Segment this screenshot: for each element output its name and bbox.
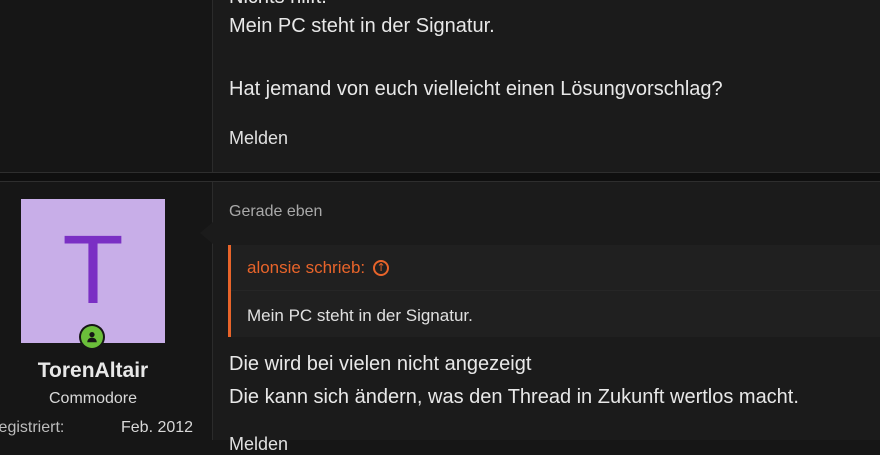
post-content: Gerade eben alonsie schrieb: ↑ Mein PC s… xyxy=(213,182,880,454)
previous-post: Nichts hilft. Mein PC steht in der Signa… xyxy=(0,0,880,172)
post-cut-line-bottom: Melden xyxy=(229,434,289,454)
post-user-column: T TorenAltair Commodore Registriert: Feb… xyxy=(0,182,213,440)
post-body-line-1: Die wird bei vielen nicht angezeigt xyxy=(229,353,532,375)
previous-post-cut-line: Nichts hilft. xyxy=(229,0,327,9)
online-user-icon xyxy=(81,326,103,348)
registered-value: Feb. 2012 xyxy=(121,419,194,436)
quote-header: alonsie schrieb: ↑ xyxy=(231,245,880,291)
previous-post-user-column xyxy=(0,0,213,172)
registered-label: Registriert: xyxy=(0,419,65,436)
post-arrow xyxy=(200,222,213,244)
username[interactable]: TorenAltair xyxy=(0,359,186,383)
post-body-line-2: Die kann sich ändern, was den Thread in … xyxy=(229,386,799,408)
post-date[interactable]: Gerade eben xyxy=(229,203,322,221)
previous-post-line-2: Hat jemand von euch vielleicht einen Lös… xyxy=(229,78,723,100)
online-status-badge xyxy=(79,324,105,350)
post-separator xyxy=(0,172,880,182)
avatar[interactable]: T xyxy=(21,199,165,343)
avatar-letter: T xyxy=(64,217,122,325)
quote-author: alonsie schrieb: xyxy=(247,257,366,277)
previous-post-content: Nichts hilft. Mein PC steht in der Signa… xyxy=(213,0,880,172)
report-link[interactable]: Melden xyxy=(229,128,288,149)
previous-post-line-1: Mein PC steht in der Signatur. xyxy=(229,15,495,37)
quote-block: alonsie schrieb: ↑ Mein PC steht in der … xyxy=(228,245,880,337)
quote-text: Mein PC steht in der Signatur. xyxy=(247,306,473,325)
quote-author-link[interactable]: alonsie schrieb: ↑ xyxy=(247,257,390,278)
arrow-up-circle-icon[interactable]: ↑ xyxy=(373,259,390,276)
post: T TorenAltair Commodore Registriert: Feb… xyxy=(0,182,880,454)
user-title: Commodore xyxy=(48,390,138,407)
